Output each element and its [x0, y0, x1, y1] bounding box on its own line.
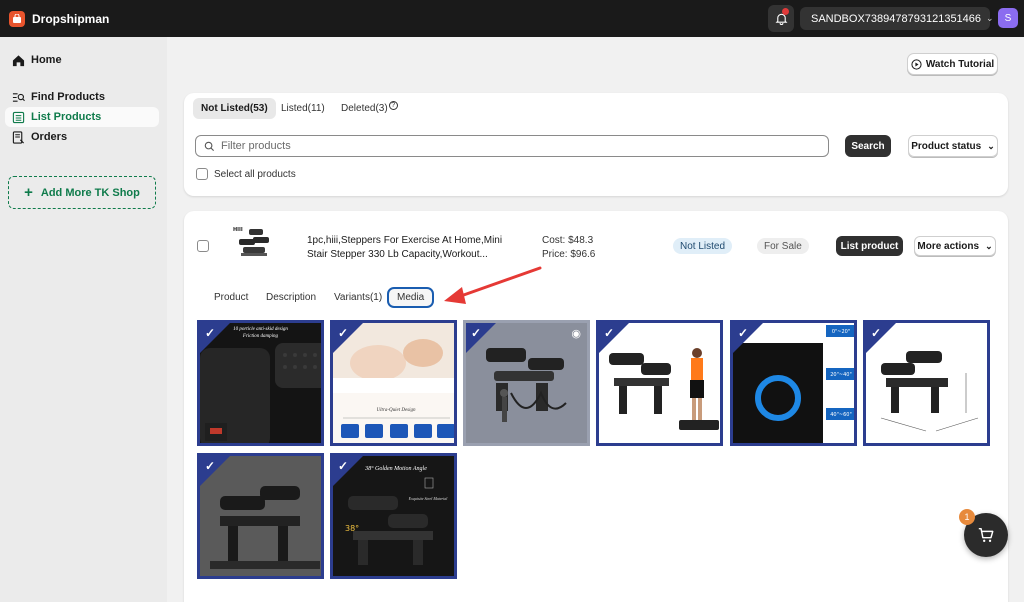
- chevron-down-icon: ⌄: [985, 240, 993, 251]
- status-badge: Not Listed: [673, 238, 733, 254]
- tab-variants[interactable]: Variants(1): [326, 287, 390, 308]
- svg-text:HIII: HIII: [233, 227, 243, 233]
- check-icon[interactable]: ✓: [205, 459, 215, 473]
- avatar[interactable]: S: [998, 8, 1018, 28]
- help-icon[interactable]: ?: [388, 101, 398, 110]
- media-caption: 40"~60": [830, 412, 852, 418]
- tab-deleted[interactable]: Deleted(3) ?: [333, 98, 406, 119]
- select-all-label: Select all products: [214, 168, 296, 180]
- sidebar-item-find-products[interactable]: Find Products: [5, 87, 159, 107]
- notification-dot: [782, 8, 789, 15]
- product-prices: Cost: $48.3 Price: $96.6: [542, 234, 595, 262]
- sidebar-item-label: Orders: [31, 131, 68, 143]
- watch-tutorial-button[interactable]: Watch Tutorial: [907, 53, 998, 75]
- caption-text: Friction damping: [242, 334, 279, 339]
- sidebar-item-label: Find Products: [31, 91, 105, 103]
- media-item[interactable]: ✓: [863, 320, 990, 446]
- check-icon[interactable]: ✓: [338, 459, 348, 473]
- watch-tutorial-label: Watch Tutorial: [925, 58, 995, 70]
- tab-label: Deleted(3): [341, 103, 388, 114]
- product-status-dropdown[interactable]: Product status ⌄: [908, 135, 998, 157]
- media-caption: 38° Golden Motion Angle: [364, 465, 427, 472]
- sale-badge: For Sale: [757, 238, 809, 254]
- media-caption: Exquisite Steel Material: [408, 496, 449, 501]
- product-checkbox[interactable]: [197, 240, 209, 252]
- list-product-button[interactable]: List product: [836, 236, 903, 256]
- media-item[interactable]: 10 porticle anti-skid design Friction dam…: [197, 320, 324, 446]
- product-title[interactable]: 1pc,hiii,Steppers For Exercise At Home,M…: [307, 234, 512, 262]
- check-icon[interactable]: ✓: [604, 326, 614, 340]
- tab-description[interactable]: Description: [258, 287, 324, 308]
- sidebar: Home Find Products List Products Orders …: [0, 37, 167, 602]
- check-icon[interactable]: ✓: [338, 326, 348, 340]
- product-price: Price: $96.6: [542, 249, 596, 260]
- product-cost: Cost: $48.3: [542, 235, 594, 246]
- home-icon: [11, 53, 25, 67]
- media-item[interactable]: 38° Golden Motion Angle Exquisite Steel …: [330, 453, 457, 579]
- find-products-icon: [11, 90, 25, 104]
- filter-placeholder: Filter products: [221, 140, 291, 152]
- search-icon: [204, 141, 215, 151]
- media-caption: 38°: [345, 524, 359, 533]
- add-tk-shop-button[interactable]: + Add More TK Shop: [8, 176, 156, 209]
- cart-count-badge: 1: [959, 509, 975, 525]
- product-thumbnail[interactable]: HIII: [231, 223, 275, 263]
- app-name: Dropshipman: [32, 11, 110, 26]
- check-icon[interactable]: ✓: [738, 326, 748, 340]
- top-bar: Dropshipman SANDBOX7389478793121351466 ⌄…: [0, 0, 1024, 37]
- sidebar-item-list-products[interactable]: List Products: [5, 107, 159, 127]
- sidebar-item-label: List Products: [31, 111, 102, 123]
- tab-not-listed[interactable]: Not Listed(53): [193, 98, 276, 119]
- cart-icon: [978, 527, 994, 543]
- list-products-icon: [11, 110, 25, 124]
- check-icon[interactable]: ✓: [471, 326, 481, 340]
- plus-icon: +: [24, 184, 33, 201]
- store-selector[interactable]: SANDBOX7389478793121351466 ⌄: [800, 7, 994, 30]
- checkbox[interactable]: [196, 168, 208, 180]
- media-item[interactable]: ✓: [197, 453, 324, 579]
- product-status-label: Product status: [911, 140, 982, 152]
- add-shop-label: Add More TK Shop: [40, 186, 140, 199]
- check-icon[interactable]: ✓: [871, 326, 881, 340]
- filter-card: Not Listed(53) Listed(11) Deleted(3) ? F…: [184, 93, 1008, 196]
- sidebar-item-orders[interactable]: Orders: [5, 127, 159, 147]
- notification-button[interactable]: [768, 5, 794, 32]
- media-caption: 0"~20": [832, 329, 850, 335]
- eye-icon[interactable]: ◉: [571, 327, 581, 340]
- tab-listed[interactable]: Listed(11): [273, 98, 333, 119]
- caption-text: 10 porticle anti-skid design: [233, 327, 288, 332]
- tab-label: Listed(11): [281, 103, 325, 114]
- tab-media[interactable]: Media: [387, 287, 435, 308]
- media-item[interactable]: ✓ ◉: [463, 320, 590, 446]
- media-item[interactable]: 0"~20" 20"~40" 40"~60" ✓: [730, 320, 857, 446]
- more-actions-label: More actions: [917, 240, 980, 252]
- media-caption: 20"~40": [830, 372, 852, 378]
- tab-product[interactable]: Product: [206, 287, 256, 308]
- dropshipman-logo: [9, 10, 25, 27]
- sidebar-item-home[interactable]: Home: [5, 50, 159, 70]
- filter-products-input[interactable]: Filter products: [195, 135, 829, 157]
- more-actions-dropdown[interactable]: More actions ⌄: [914, 236, 996, 256]
- check-icon[interactable]: ✓: [205, 326, 215, 340]
- select-all-checkbox[interactable]: Select all products: [196, 168, 296, 180]
- chevron-down-icon: ⌄: [986, 13, 994, 23]
- store-name: SANDBOX7389478793121351466: [811, 12, 982, 25]
- tab-label: Not Listed(53): [201, 103, 268, 114]
- media-item[interactable]: ✓: [596, 320, 723, 446]
- media-caption: Ultra-Quiet Design: [376, 408, 416, 413]
- play-circle-icon: [911, 58, 922, 70]
- chevron-down-icon: ⌄: [987, 140, 995, 151]
- orders-icon: [11, 130, 25, 144]
- sidebar-item-label: Home: [31, 54, 62, 66]
- search-button[interactable]: Search: [845, 135, 891, 157]
- media-item[interactable]: Ultra-Quiet Design ✓: [330, 320, 457, 446]
